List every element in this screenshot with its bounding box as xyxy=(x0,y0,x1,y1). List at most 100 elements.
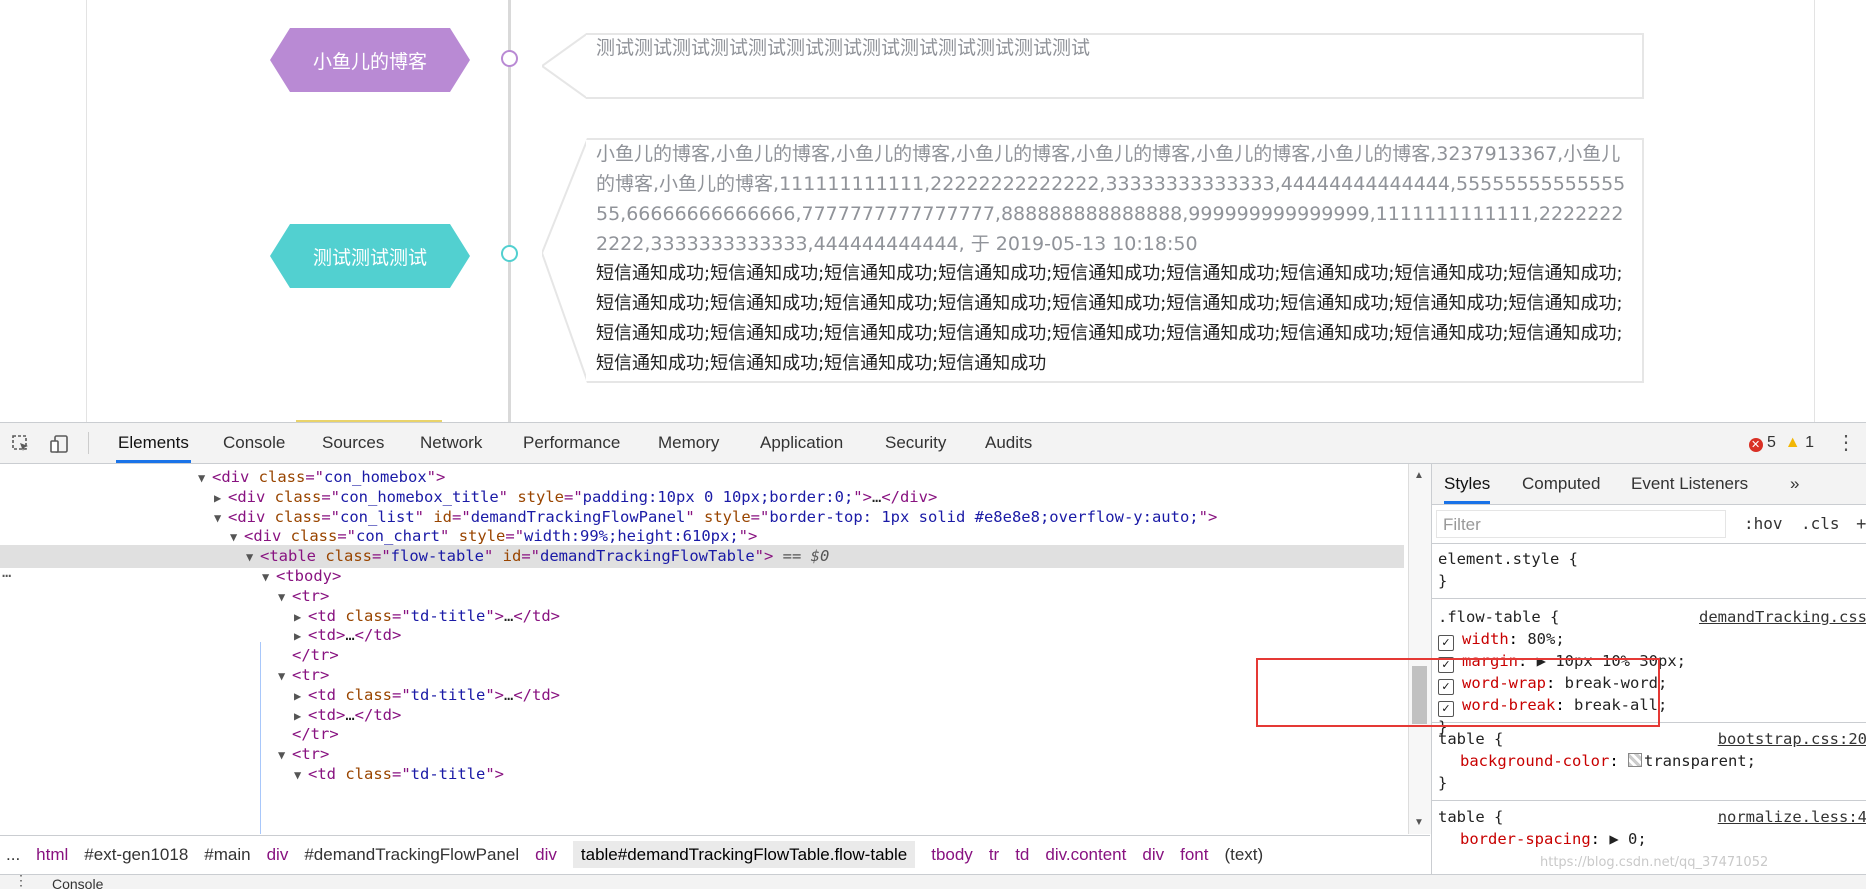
rule-selector[interactable]: .flow-table { xyxy=(1438,608,1559,626)
page-border-right xyxy=(1814,0,1815,422)
tab-network[interactable]: Network xyxy=(418,423,484,463)
breadcrumb-item[interactable]: (text) xyxy=(1224,845,1263,864)
dom-token: class xyxy=(290,527,338,546)
dom-token: =" xyxy=(305,468,325,486)
rule-close: } xyxy=(1438,572,1448,590)
bubble-pointer xyxy=(542,33,588,99)
dom-token: "> xyxy=(754,547,774,566)
dom-token: con_homebox xyxy=(324,468,427,486)
dom-token: <tr> xyxy=(292,666,330,684)
dom-token: <div xyxy=(244,527,291,546)
property-name[interactable]: background-color xyxy=(1460,752,1609,770)
error-warning-counter[interactable]: ✕ 5 ▲ 1 xyxy=(1748,423,1814,463)
dom-token: =" xyxy=(392,685,411,704)
dom-token: =" xyxy=(392,606,411,625)
tab-security[interactable]: Security xyxy=(883,423,948,463)
tab-audits[interactable]: Audits xyxy=(983,423,1034,463)
tab-console[interactable]: Console xyxy=(221,423,287,463)
breadcrumb-item[interactable]: td xyxy=(1015,845,1029,864)
dom-node-line[interactable]: ▼ <td class="td-title"> xyxy=(0,763,1404,786)
rule-source-link[interactable]: bootstrap.css:20 xyxy=(1718,728,1866,750)
breadcrumb-item[interactable]: tbody xyxy=(931,845,973,864)
tab-sources[interactable]: Sources xyxy=(320,423,386,463)
breadcrumb-item[interactable]: tr xyxy=(989,845,999,864)
dom-token: </td> xyxy=(354,626,402,645)
dom-token: con_homebox_title xyxy=(340,487,499,506)
breadcrumb-item[interactable]: font xyxy=(1180,845,1208,864)
dom-token: style xyxy=(704,507,751,526)
breadcrumb-item[interactable]: table#demandTrackingFlowTable.flow-table xyxy=(572,841,916,868)
dom-token: con_chart xyxy=(356,527,441,546)
scroll-down-icon[interactable]: ▼ xyxy=(1414,817,1424,828)
tab-styles[interactable]: Styles xyxy=(1444,464,1491,504)
rule-element-style: element.style { } xyxy=(1432,544,1866,599)
event-text: 测试测试测试测试测试测试测试测试测试测试测试测试测试 xyxy=(596,37,1091,59)
dom-token: <table xyxy=(260,547,326,566)
console-drawer-bar[interactable]: ⋮ Console xyxy=(0,872,1866,892)
dom-token: =" xyxy=(337,527,357,546)
dom-token: =" xyxy=(372,547,391,566)
console-drawer-label[interactable]: Console xyxy=(52,875,103,893)
dom-token: width:99%;height:610px; xyxy=(524,527,739,546)
drawer-menu-icon[interactable]: ⋮ xyxy=(14,872,28,889)
dom-token: <tr> xyxy=(292,745,330,764)
breadcrumb-item[interactable]: html xyxy=(36,845,68,864)
dom-token: con_list xyxy=(340,507,415,526)
dom-tree-scrollbar[interactable]: ▲ ▼ xyxy=(1408,464,1431,834)
tab-application[interactable]: Application xyxy=(758,423,845,463)
property-value[interactable]: 80%; xyxy=(1527,630,1564,648)
tab-memory[interactable]: Memory xyxy=(656,423,721,463)
property-name[interactable]: width xyxy=(1462,630,1509,648)
rule-source-link[interactable]: normalize.less:4 xyxy=(1718,806,1866,828)
breadcrumb-item[interactable]: div xyxy=(535,845,557,864)
breadcrumb: ... html #ext-gen1018 #main div #demandTracki… xyxy=(0,835,1430,874)
scroll-up-icon[interactable]: ▲ xyxy=(1414,470,1424,481)
dom-token: class xyxy=(274,507,322,526)
tab-computed[interactable]: Computed xyxy=(1522,464,1600,504)
new-rule-button[interactable]: + xyxy=(1856,505,1866,543)
collapse-triangle-icon[interactable]: ▼ xyxy=(294,764,308,787)
rule-selector[interactable]: table { xyxy=(1438,808,1503,826)
breadcrumb-item[interactable]: #ext-gen1018 xyxy=(84,845,188,864)
breadcrumb-item[interactable]: div xyxy=(1142,845,1164,864)
rule-source-link[interactable]: demandTracking.css xyxy=(1699,606,1866,628)
dom-token: demandTrackingFlowPanel xyxy=(470,507,686,526)
dom-token: "> xyxy=(485,685,504,704)
dom-token: </td> xyxy=(513,685,561,704)
property-checkbox[interactable]: ✓ xyxy=(1438,635,1454,651)
dom-token: class xyxy=(325,547,372,566)
more-options-icon[interactable]: ⋮ xyxy=(1836,423,1856,463)
rule-selector[interactable]: element.style { xyxy=(1432,548,1866,570)
dom-token: td-title xyxy=(410,765,486,783)
breadcrumb-item[interactable]: div.content xyxy=(1045,845,1126,864)
dom-token: td-title xyxy=(410,685,486,704)
color-swatch[interactable] xyxy=(1627,753,1642,767)
more-tabs-icon[interactable]: » xyxy=(1790,464,1799,504)
breadcrumb-item[interactable]: #demandTrackingFlowPanel xyxy=(304,845,519,864)
property-name[interactable]: border-spacing xyxy=(1460,830,1591,848)
styles-filter-input[interactable]: Filter xyxy=(1436,510,1726,538)
inspect-element-icon[interactable] xyxy=(10,433,32,455)
error-icon: ✕ xyxy=(1748,438,1763,452)
hov-toggle[interactable]: :hov xyxy=(1744,505,1783,543)
dom-token: "> xyxy=(485,765,504,783)
rule-selector[interactable]: table { xyxy=(1438,730,1503,748)
breadcrumb-item[interactable]: ... xyxy=(6,845,20,864)
dom-token: </tr> xyxy=(292,725,339,744)
breadcrumb-item[interactable]: #main xyxy=(204,845,250,864)
dom-token: " xyxy=(685,507,704,526)
breadcrumb-item[interactable]: div xyxy=(267,845,289,864)
tab-event-listeners[interactable]: Event Listeners xyxy=(1631,464,1748,504)
dom-token: </div> xyxy=(881,487,938,506)
tab-performance[interactable]: Performance xyxy=(521,423,622,463)
dom-token: id xyxy=(433,507,453,526)
dom-token: <td> xyxy=(308,705,346,724)
timeline-dot xyxy=(501,245,518,262)
property-value[interactable]: ▶ 0; xyxy=(1609,830,1646,848)
device-toolbar-icon[interactable] xyxy=(48,433,70,455)
dom-token: class xyxy=(345,685,392,704)
property-value[interactable]: transparent; xyxy=(1644,752,1756,770)
bubble-pointer xyxy=(542,138,588,383)
cls-toggle[interactable]: .cls xyxy=(1801,505,1840,543)
tab-elements[interactable]: Elements xyxy=(116,423,191,463)
